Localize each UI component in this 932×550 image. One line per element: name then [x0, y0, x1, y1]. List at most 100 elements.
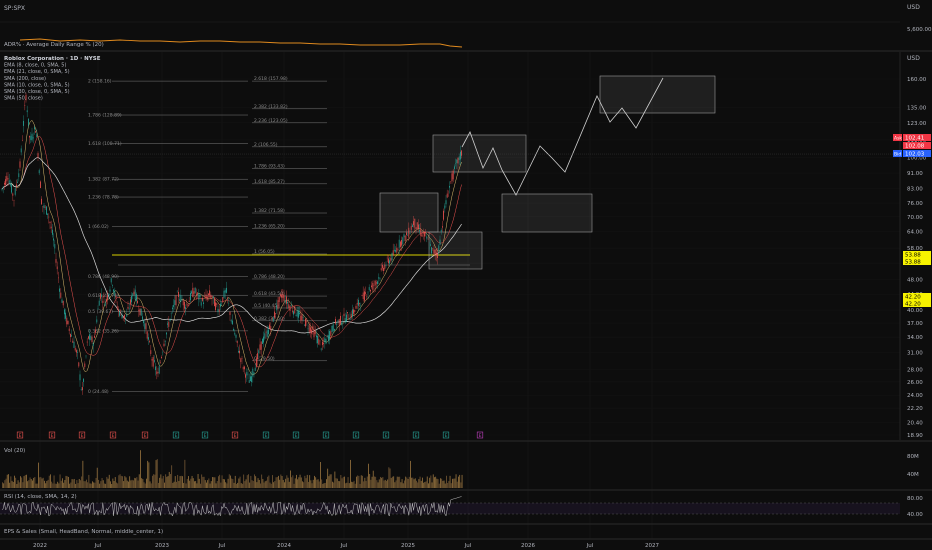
- volume-bar: [348, 483, 350, 488]
- candle-body: [14, 188, 16, 195]
- volume-bar: [78, 478, 80, 488]
- volume-bar: [266, 480, 267, 488]
- candle-body: [65, 312, 66, 319]
- volume-bar: [167, 476, 169, 488]
- volume-bar: [58, 483, 60, 488]
- volume-bar: [160, 474, 162, 488]
- volume-bar: [119, 474, 121, 488]
- volume-bar: [278, 475, 279, 488]
- ask-label: Ask: [894, 136, 902, 142]
- candle-body: [361, 295, 363, 297]
- box-2[interactable]: [428, 231, 483, 270]
- candle-body: [208, 293, 209, 296]
- candle-body: [290, 305, 292, 307]
- volume-bar: [416, 480, 417, 488]
- candle-body: [294, 306, 296, 314]
- earnings-marker-letter: E: [265, 433, 268, 439]
- volume-bar: [153, 474, 155, 488]
- volume-bar: [89, 483, 91, 488]
- candle-body: [209, 290, 210, 296]
- volume-bar: [270, 483, 272, 488]
- candle-body: [66, 317, 68, 325]
- yellow-badge-c: 42.20: [905, 295, 921, 301]
- volume-bar: [38, 462, 39, 488]
- ask-value: 102.41: [905, 136, 924, 142]
- candle-body: [1, 189, 3, 190]
- candle-body: [353, 309, 354, 314]
- time-tick: 2024: [277, 543, 291, 549]
- legend-item: EMA (8, close, 0, SMA, 5): [4, 63, 66, 69]
- volume-bar: [242, 483, 243, 488]
- yellow-badge-d: 42.20: [905, 302, 921, 308]
- volume-bar: [14, 475, 15, 488]
- volume-bar: [122, 476, 123, 488]
- volume-bar: [303, 482, 305, 488]
- volume-bar: [52, 483, 54, 488]
- candle-body: [431, 247, 432, 254]
- volume-bar: [290, 470, 291, 488]
- volume-bar: [309, 475, 311, 488]
- fib-left-label: 0.618 (43.71): [88, 293, 119, 299]
- volume-bar: [93, 482, 95, 488]
- candle-body: [77, 352, 78, 353]
- candle-body: [131, 295, 132, 303]
- candle-body: [308, 325, 310, 332]
- candle-body: [437, 253, 438, 258]
- volume-bar: [401, 479, 403, 488]
- volume-bar: [258, 479, 260, 488]
- volume-bar: [182, 476, 183, 488]
- volume-bar: [402, 483, 404, 488]
- volume-bar: [302, 481, 303, 488]
- stock-chart[interactable]: SP:SPX USD 5,600.00 ADR% · Average Daily…: [0, 0, 932, 550]
- volume-bar: [22, 482, 24, 488]
- legend-item: SMA (200, close): [4, 76, 46, 82]
- volume-bar: [408, 476, 410, 488]
- candle-body: [211, 298, 213, 300]
- volume-bar: [384, 479, 386, 488]
- volume-bar: [399, 476, 401, 488]
- candle-body: [433, 249, 435, 254]
- box-1[interactable]: [379, 192, 439, 233]
- volume-bar: [279, 479, 281, 488]
- volume-bar: [195, 481, 197, 488]
- box-5[interactable]: [599, 75, 716, 114]
- earnings-marker-letter: E: [479, 433, 482, 439]
- candle-body: [37, 153, 39, 158]
- candle-body: [62, 300, 64, 306]
- volume-bar: [123, 481, 125, 488]
- volume-bar: [347, 477, 349, 488]
- volume-bar: [413, 479, 415, 488]
- volume-bar: [50, 474, 51, 488]
- volume-bar: [213, 477, 215, 488]
- volume-bar: [143, 482, 145, 488]
- volume-bar: [6, 474, 8, 488]
- volume-bar: [108, 474, 110, 488]
- volume-bar: [323, 483, 325, 488]
- candle-body: [390, 258, 392, 261]
- volume-bar: [86, 479, 87, 488]
- candle-body: [454, 166, 455, 170]
- box-4[interactable]: [501, 193, 593, 233]
- candle-body: [284, 300, 286, 303]
- candle-body: [110, 278, 112, 283]
- candle-body: [349, 318, 351, 321]
- box-3[interactable]: [432, 134, 527, 173]
- chart-background: [0, 0, 932, 550]
- candle-body: [413, 221, 414, 226]
- volume-bar: [57, 481, 59, 488]
- price-tick: 37.00: [907, 321, 923, 327]
- volume-bar: [60, 480, 62, 488]
- volume-bar: [263, 482, 265, 488]
- volume-bar: [443, 480, 445, 488]
- volume-bar: [90, 483, 92, 488]
- candle-body: [449, 186, 450, 188]
- candle-body: [42, 206, 44, 208]
- volume-bar: [197, 474, 199, 488]
- fib-left-label: 1 (66.02): [88, 224, 109, 230]
- volume-bar: [382, 477, 384, 488]
- volume-bar: [149, 481, 151, 488]
- candle-body: [350, 313, 352, 319]
- candle-body: [187, 304, 189, 306]
- candle-body: [276, 304, 278, 311]
- volume-bar: [425, 481, 427, 488]
